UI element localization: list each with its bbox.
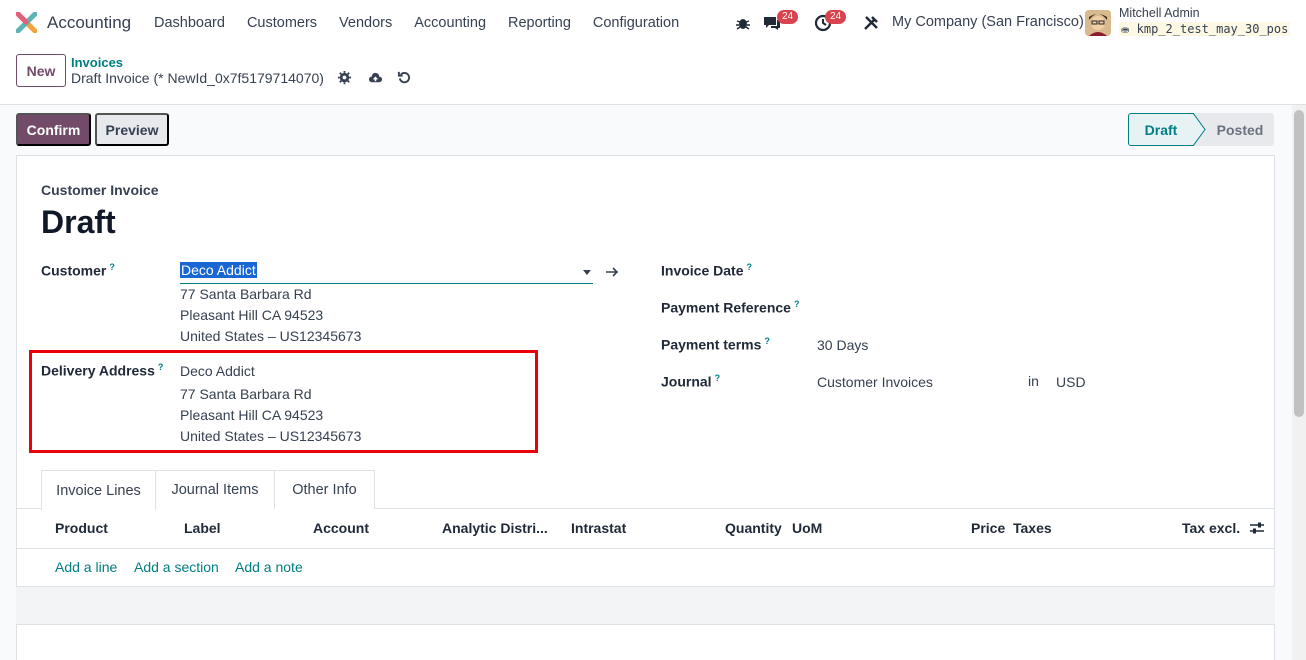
document-type: Customer Invoice [41,182,159,198]
customer-value: Deco Addict [180,262,257,278]
company-switcher[interactable]: My Company (San Francisco) [892,14,1084,30]
menu-customers[interactable]: Customers [236,15,328,31]
help-icon[interactable]: ? [746,262,752,272]
breadcrumb-current: Draft Invoice (* NewId_0x7f5179714070) [71,70,324,86]
chevron-down-icon[interactable] [583,270,591,275]
gear-icon[interactable] [337,70,352,85]
user-name[interactable]: Mitchell Admin [1119,6,1200,20]
preview-button[interactable]: Preview [95,113,169,146]
avatar-image [1085,10,1111,36]
menu-configuration[interactable]: Configuration [582,15,690,31]
payment-reference-label: Payment Reference? [661,299,800,316]
tab-journal-items[interactable]: Journal Items [156,470,275,509]
bug-icon[interactable] [733,13,753,33]
help-icon[interactable]: ? [764,336,770,346]
add-section-link[interactable]: Add a section [134,559,219,575]
database-label: kmp_2_test_may_30_pos [1136,22,1289,36]
customer-input[interactable]: Deco Addict [180,262,593,284]
new-button[interactable]: New [16,54,66,87]
customer-address-line: 77 Santa Barbara Rd [180,286,312,302]
activity-badge: 24 [825,10,847,24]
journal-label: Journal? [661,373,721,390]
accounting-app-icon[interactable] [16,12,37,33]
column-tax-excl[interactable]: Tax excl. [1182,520,1240,536]
column-intrastat[interactable]: Intrastat [571,520,626,536]
column-account[interactable]: Account [313,520,369,536]
menu-accounting[interactable]: Accounting [403,15,497,31]
column-price[interactable]: Price [971,520,1005,536]
journal-in-text: in [1028,373,1039,389]
currency-value[interactable]: USD [1056,374,1086,390]
optional-columns-icon[interactable] [1249,520,1265,536]
column-product[interactable]: Product [55,520,108,536]
arrow-right-icon[interactable] [604,264,620,280]
column-analytic-distribution[interactable]: Analytic Distri... [442,520,548,536]
document-title: Draft [41,204,116,240]
column-quantity[interactable]: Quantity [725,520,782,536]
tab-invoice-lines[interactable]: Invoice Lines [41,470,156,510]
help-icon[interactable]: ? [794,299,800,309]
tools-icon[interactable] [861,13,881,33]
confirm-button[interactable]: Confirm [16,113,91,146]
payment-terms-label: Payment terms? [661,336,770,353]
menu-dashboard[interactable]: Dashboard [143,15,236,31]
user-avatar[interactable] [1085,10,1111,36]
menu-vendors[interactable]: Vendors [328,15,403,31]
main-menu: Dashboard Customers Vendors Accounting R… [143,0,690,46]
empty-table-row [16,587,1275,624]
breadcrumb-invoices[interactable]: Invoices [71,55,123,70]
top-navbar: Accounting Dashboard Customers Vendors A… [0,0,1306,46]
status-arrow [1193,113,1206,146]
database-icon: ⛂ [1121,25,1130,36]
database-name: ⛂ kmp_2_test_may_30_pos [1119,22,1291,36]
messages-badge: 24 [777,10,799,24]
status-draft[interactable]: Draft [1128,113,1194,146]
row-divider [16,624,1275,625]
add-line-link[interactable]: Add a line [55,559,117,575]
customer-address-line: Pleasant Hill CA 94523 [180,307,324,323]
app-name[interactable]: Accounting [47,13,131,33]
customer-label: Customer? [41,262,115,279]
tab-other-info[interactable]: Other Info [275,470,375,509]
invoice-date-label: Invoice Date? [661,262,752,279]
column-uom[interactable]: UoM [792,520,822,536]
add-note-link[interactable]: Add a note [235,559,303,575]
payment-terms-value[interactable]: 30 Days [817,337,868,353]
cloud-upload-icon[interactable] [368,70,383,85]
journal-value[interactable]: Customer Invoices [817,374,933,390]
scrollbar-thumb[interactable] [1294,110,1304,417]
menu-reporting[interactable]: Reporting [497,15,582,31]
column-taxes[interactable]: Taxes [1013,520,1052,536]
help-icon[interactable]: ? [715,373,721,383]
statusbar [0,105,1292,155]
help-icon[interactable]: ? [109,262,115,272]
discard-undo-icon[interactable] [397,70,412,85]
customer-address-line: United States – US12345673 [180,328,362,344]
delivery-address-highlight [29,350,538,453]
column-label[interactable]: Label [184,520,221,536]
